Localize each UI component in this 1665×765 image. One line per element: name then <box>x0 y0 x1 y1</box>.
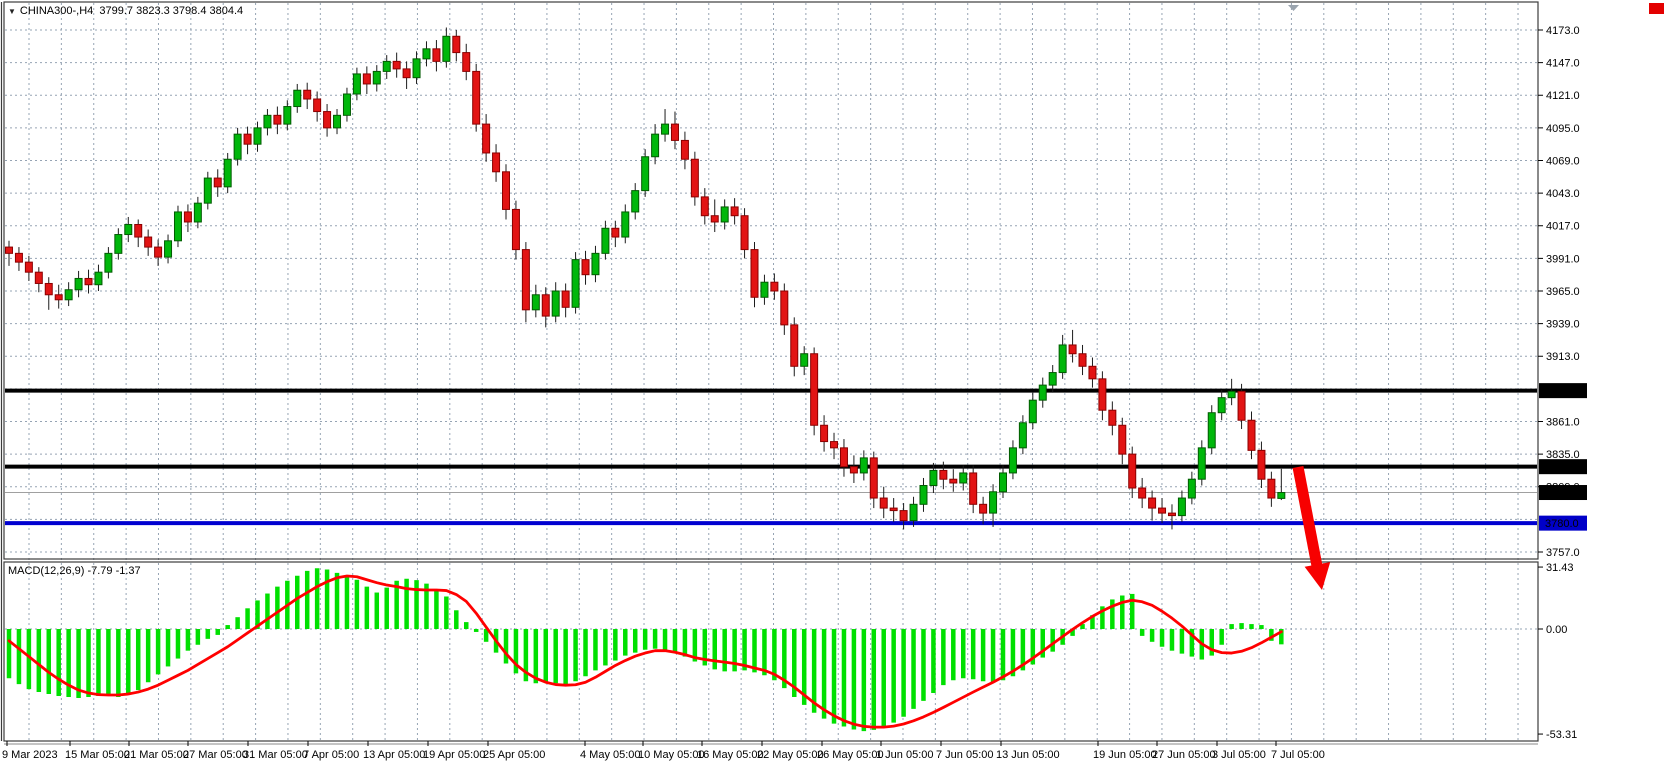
time-tick-label: 26 May 05:00 <box>817 749 884 761</box>
chart-shift-marker-icon[interactable] <box>1288 5 1299 11</box>
time-tick-label: 9 Mar 2023 <box>2 749 58 761</box>
price-label-box-text: 3780.0 <box>1545 518 1579 530</box>
indicator-tick-label: 0.00 <box>1546 624 1567 636</box>
time-tick-label: 7 Apr 05:00 <box>303 749 359 761</box>
price-tick-label: 3861.0 <box>1546 416 1580 428</box>
price-label-box-text: 3885.6 <box>1545 386 1579 398</box>
price-tick-label: 4017.0 <box>1546 221 1580 233</box>
price-tick-label: 4173.0 <box>1546 25 1580 37</box>
time-tick-label: 13 Jun 05:00 <box>996 749 1060 761</box>
time-tick-label: 19 Jun 05:00 <box>1093 749 1157 761</box>
down-arrow-annotation[interactable] <box>1298 467 1330 590</box>
macd-signal-line <box>9 576 1281 727</box>
time-tick-label: 27 Jun 05:00 <box>1152 749 1216 761</box>
time-tick-label: 19 Apr 05:00 <box>423 749 485 761</box>
price-label-box-text: 3825.0 <box>1545 462 1579 474</box>
price-tick-label: 4121.0 <box>1546 90 1580 102</box>
price-tick-label: 4147.0 <box>1546 58 1580 70</box>
pane-borders <box>2 2 1539 744</box>
time-tick-label: 27 Mar 05:00 <box>183 749 248 761</box>
price-tick-label: 3913.0 <box>1546 351 1580 363</box>
corner-marker <box>1649 3 1664 14</box>
price-tick-label: 3757.0 <box>1546 547 1580 559</box>
chart-canvas[interactable]: 4173.0 4147.0 4121.0 4095.0 4069.0 4043.0 4017… <box>0 0 1665 765</box>
time-tick-label: 25 Apr 05:00 <box>483 749 545 761</box>
price-tick-label: 4069.0 <box>1546 155 1580 167</box>
time-tick-label: 10 May 05:00 <box>638 749 705 761</box>
macd-indicator-label: MACD(12,26,9) -7.79 -1.37 <box>8 565 141 577</box>
macd-histogram <box>9 568 1281 731</box>
symbol-ohlc-text: CHINA300-,H4 3799.7 3823.3 3798.4 3804.4 <box>20 5 243 17</box>
price-label-box-text: 3804.4 <box>1545 488 1579 500</box>
time-tick-label: 16 May 05:00 <box>697 749 764 761</box>
time-tick-label: 22 May 05:00 <box>757 749 824 761</box>
indicator-tick-label: 31.43 <box>1546 562 1574 574</box>
symbol-dropdown-icon[interactable]: ▼ <box>8 7 16 16</box>
indicator-axis[interactable]: 31.43 0.00 -53.31 <box>1538 562 1577 741</box>
price-tick-label: 4043.0 <box>1546 188 1580 200</box>
time-tick-label: 31 Mar 05:00 <box>243 749 308 761</box>
time-tick-label: 3 Jul 05:00 <box>1212 749 1266 761</box>
price-tick-label: 3965.0 <box>1546 286 1580 298</box>
time-tick-label: 4 May 05:00 <box>580 749 641 761</box>
symbol-ohlc-label: ▼ CHINA300-,H4 3799.7 3823.3 3798.4 3804.… <box>8 5 243 17</box>
time-tick-label: 7 Jul 05:00 <box>1271 749 1325 761</box>
time-tick-label: 15 Mar 05:00 <box>65 749 130 761</box>
indicator-tick-label: -53.31 <box>1546 729 1577 741</box>
price-axis[interactable]: 4173.0 4147.0 4121.0 4095.0 4069.0 4043.0 4017… <box>1538 25 1587 559</box>
time-tick-label: 13 Apr 05:00 <box>363 749 425 761</box>
price-tick-label: 3991.0 <box>1546 253 1580 265</box>
grid-lines <box>5 3 1537 740</box>
time-tick-label: 7 Jun 05:00 <box>936 749 994 761</box>
chart-window: 4173.0 4147.0 4121.0 4095.0 4069.0 4043.0 4017… <box>0 0 1665 765</box>
time-tick-label: 21 Mar 05:00 <box>124 749 189 761</box>
price-tick-label: 4095.0 <box>1546 123 1580 135</box>
time-tick-label: 1 Jun 05:00 <box>876 749 934 761</box>
price-tick-label: 3939.0 <box>1546 319 1580 331</box>
